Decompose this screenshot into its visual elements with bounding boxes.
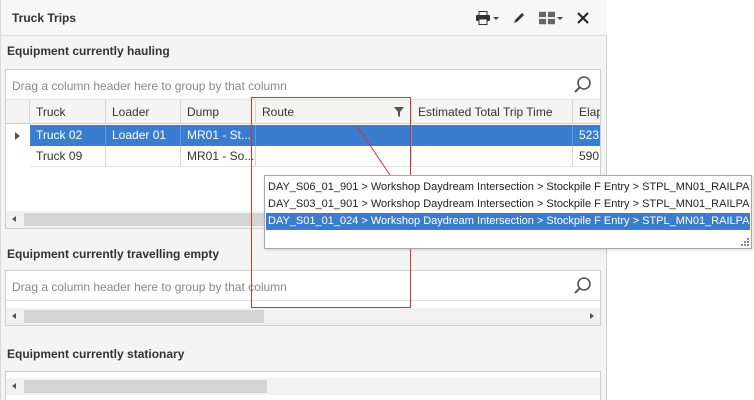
section-label-stationary: Equipment currently stationary [7,347,185,361]
current-row-arrow-icon [15,132,20,140]
row-indicator [6,125,30,146]
filter-icon[interactable] [394,107,404,117]
close-icon [577,12,589,24]
layout-button[interactable] [539,8,563,28]
stationary-grid [5,371,601,400]
route-filter-dropdown[interactable]: DAY_S06_01_901 > Workshop Daydream Inter… [264,175,752,249]
column-header-route[interactable]: Route [256,100,412,124]
cell-estimated-trip-time[interactable] [412,125,573,146]
scrollbar-thumb[interactable] [24,213,266,226]
scroll-left-icon[interactable] [12,313,16,319]
cell-loader[interactable] [106,146,181,167]
route-option[interactable]: DAY_S06_01_901 > Workshop Daydream Inter… [266,179,750,196]
column-header-elapsed[interactable]: Elap [573,100,600,124]
panel-titlebar: Truck Trips [1,0,607,36]
titlebar-toolbar [467,8,595,28]
cell-elapsed[interactable]: 5901 [573,146,600,167]
edit-button[interactable] [507,8,531,28]
cell-truck[interactable]: Truck 09 [30,146,106,167]
group-by-panel[interactable]: Drag a column header here to group by th… [6,70,600,100]
route-option-selected[interactable]: DAY_S01_01_024 > Workshop Daydream Inter… [266,213,750,230]
horizontal-scrollbar[interactable] [6,378,600,395]
resize-grip-icon[interactable] [741,238,749,246]
cell-elapsed[interactable]: 5231 [573,125,600,146]
section-label-hauling: Equipment currently hauling [7,44,170,58]
column-header-truck[interactable]: Truck [30,100,106,124]
chevron-down-icon [493,16,499,20]
row-indicator [6,146,30,167]
table-row[interactable]: Truck 09 MR01 - So... 5901 [6,146,600,167]
cell-dump[interactable]: MR01 - St... [181,125,256,146]
cell-route[interactable] [256,125,412,146]
row-indicator-header [6,100,30,124]
table-row[interactable]: Truck 02 Loader 01 MR01 - St... 5231 [6,125,600,146]
panel-title: Truck Trips [12,11,77,25]
group-by-panel[interactable]: Drag a column header here to group by th… [6,271,600,301]
scrollbar-thumb[interactable] [24,310,264,323]
search-icon[interactable] [572,74,594,96]
cell-route[interactable] [256,146,412,167]
column-header-loader[interactable]: Loader [106,100,181,124]
section-label-travelling-empty: Equipment currently travelling empty [7,247,220,261]
grid-header: Truck Loader Dump Route Estimated Total … [6,100,600,124]
scroll-right-icon[interactable] [590,313,594,319]
scroll-left-icon[interactable] [12,383,16,389]
cell-loader[interactable]: Loader 01 [106,125,181,146]
close-button[interactable] [571,8,595,28]
chevron-down-icon [557,16,563,20]
scrollbar-thumb[interactable] [24,380,267,393]
search-icon[interactable] [572,275,594,297]
horizontal-scrollbar[interactable] [6,308,600,325]
scroll-left-icon[interactable] [12,216,16,222]
group-by-hint: Drag a column header here to group by th… [12,79,287,93]
column-header-dump[interactable]: Dump [181,100,256,124]
cell-dump[interactable]: MR01 - So... [181,146,256,167]
route-option[interactable]: DAY_S03_01_901 > Workshop Daydream Inter… [266,196,750,213]
group-by-hint: Drag a column header here to group by th… [12,280,287,294]
print-button[interactable] [475,8,499,28]
layout-grid-icon [539,11,555,25]
printer-icon [476,11,490,25]
column-header-estimated-trip-time[interactable]: Estimated Total Trip Time [412,100,573,124]
cell-estimated-trip-time[interactable] [412,146,573,167]
cell-truck[interactable]: Truck 02 [30,125,106,146]
edit-icon [514,13,524,23]
travelling-empty-grid: Drag a column header here to group by th… [5,270,601,326]
